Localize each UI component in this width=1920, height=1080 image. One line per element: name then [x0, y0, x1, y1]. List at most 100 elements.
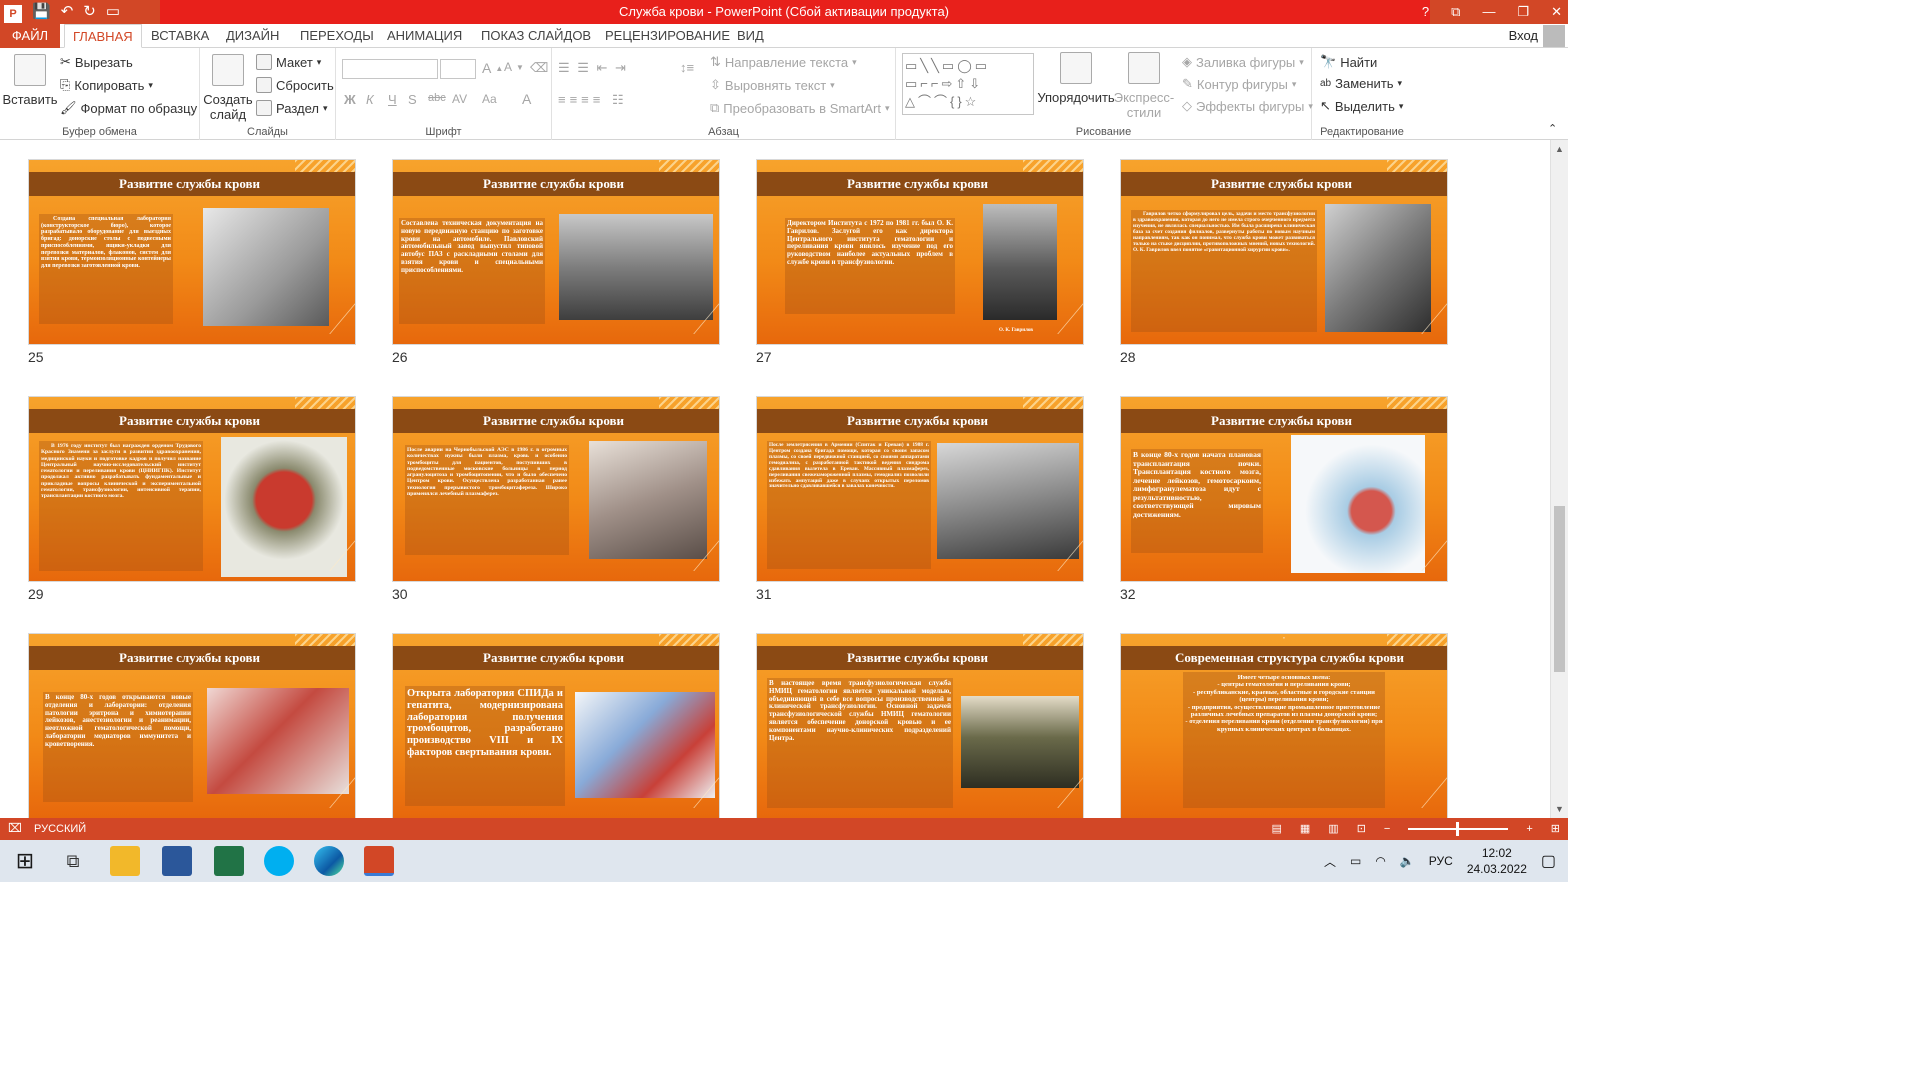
tab-file[interactable]: ФАЙЛ: [0, 24, 60, 48]
clear-formatting-icon[interactable]: ⌫: [530, 60, 548, 76]
slide-text: После землетрясения в Армении (Спитак и …: [767, 441, 931, 569]
shadow-button[interactable]: S: [408, 92, 417, 107]
slide-thumbnail[interactable]: Развитие службы крови Директором Институ…: [756, 159, 1084, 345]
group-drawing: ▭╲╲▭◯▭ ▭⌐⌐⇨⇧⇩ △⌒⌒{}☆ Упорядочить Экспрес…: [896, 48, 1313, 140]
scroll-down-icon[interactable]: ▼: [1555, 804, 1564, 814]
zoom-slider[interactable]: [1408, 822, 1509, 836]
shrink-font-button[interactable]: A ▼: [504, 60, 524, 74]
align-text-button[interactable]: ⇳ Выровнять текст ▾: [710, 77, 835, 93]
font-color-button[interactable]: A: [522, 91, 531, 107]
help-button[interactable]: ?: [1422, 0, 1429, 24]
windows-start-icon[interactable]: ⊞: [10, 846, 40, 876]
arrange-button[interactable]: Упорядочить: [1037, 52, 1115, 105]
shapes-gallery[interactable]: ▭╲╲▭◯▭ ▭⌐⌐⇨⇧⇩ △⌒⌒{}☆: [902, 53, 1034, 115]
slide-thumbnail[interactable]: Развитие службы крови После аварии на Че…: [392, 396, 720, 582]
tab-home[interactable]: ГЛАВНАЯ: [64, 24, 142, 48]
edge-icon[interactable]: [314, 846, 344, 876]
char-spacing-button[interactable]: AV: [452, 92, 467, 106]
alignment-buttons[interactable]: ≡≡≡≡ ☷: [558, 92, 628, 108]
section-button[interactable]: Раздел ▾: [256, 100, 328, 116]
new-slide-icon: [212, 54, 244, 86]
font-size-select[interactable]: [440, 59, 476, 79]
tab-animations[interactable]: АНИМАЦИЯ: [379, 24, 470, 48]
keyboard-language[interactable]: РУС: [1429, 854, 1453, 868]
tab-design[interactable]: ДИЗАЙН: [218, 24, 287, 48]
strikethrough-button[interactable]: abc: [428, 92, 446, 104]
bold-button[interactable]: Ж: [344, 92, 356, 107]
find-button[interactable]: 🔭 Найти: [1320, 54, 1377, 70]
normal-view-icon[interactable]: ▤: [1271, 818, 1281, 840]
fit-to-window-icon[interactable]: ⊞: [1551, 818, 1560, 840]
file-explorer-icon[interactable]: [110, 846, 140, 876]
shape-fill-button[interactable]: ◈ Заливка фигуры ▾: [1182, 54, 1304, 70]
ribbon-display-button[interactable]: ⧉: [1451, 0, 1460, 24]
maximize-button[interactable]: ❐: [1517, 0, 1529, 24]
tab-insert[interactable]: ВСТАВКА: [143, 24, 217, 48]
paste-button[interactable]: Вставить: [2, 54, 58, 107]
slide-thumbnail[interactable]: Развитие службы крови В настоящее время …: [756, 633, 1084, 818]
slide-thumbnail[interactable]: Развитие службы крови Создана специальна…: [28, 159, 356, 345]
text-direction-button[interactable]: ⇅ Направление текста ▾: [710, 54, 857, 70]
slide-thumbnail[interactable]: Развитие службы крови В конце 80-х годов…: [28, 633, 356, 818]
copy-button[interactable]: ⎘ Копировать ▾: [60, 77, 153, 93]
grow-font-button[interactable]: A ▲: [482, 60, 503, 76]
font-name-select[interactable]: [342, 59, 438, 79]
tab-review[interactable]: РЕЦЕНЗИРОВАНИЕ: [597, 24, 738, 48]
reading-view-icon[interactable]: ▥: [1328, 818, 1338, 840]
slide-thumbnail[interactable]: ' Современная структура службы крови Име…: [1120, 633, 1448, 818]
group-paragraph: ☰ ☰ ⇤ ⇥ ↕≡ ≡≡≡≡ ☷ ⇅ Направление текста ▾ ⇳…: [552, 48, 896, 140]
line-spacing-button[interactable]: ↕≡: [680, 60, 694, 75]
tab-slideshow[interactable]: ПОКАЗ СЛАЙДОВ: [473, 24, 599, 48]
slide-thumbnail[interactable]: Развитие службы крови Открыта лаборатори…: [392, 633, 720, 818]
new-slide-button[interactable]: Создать слайд: [203, 54, 253, 122]
tab-view[interactable]: ВИД: [729, 24, 772, 48]
shape-outline-button[interactable]: ✎ Контур фигуры ▾: [1182, 76, 1296, 92]
cut-button[interactable]: ✂ Вырезать: [60, 54, 133, 70]
notifications-icon[interactable]: ▢: [1541, 851, 1556, 871]
slide-title: Развитие службы крови: [29, 646, 355, 670]
tab-transitions[interactable]: ПЕРЕХОДЫ: [292, 24, 382, 48]
zoom-out-icon[interactable]: −: [1384, 818, 1390, 840]
avatar[interactable]: [1543, 25, 1565, 47]
slide-thumbnail[interactable]: Развитие службы крови В конце 80-х годов…: [1120, 396, 1448, 582]
select-button[interactable]: ↖ Выделить ▾: [1320, 98, 1403, 114]
bullets-button[interactable]: ☰ ☰ ⇤ ⇥: [558, 60, 628, 76]
replace-button[interactable]: ab Заменить ▾: [1320, 76, 1402, 91]
quick-styles-button[interactable]: Экспресс-стили: [1114, 52, 1174, 120]
wifi-icon[interactable]: ◠: [1375, 854, 1385, 868]
reset-button[interactable]: Сбросить: [256, 77, 334, 93]
volume-icon[interactable]: 🔈: [1400, 854, 1415, 868]
shape-effects-button[interactable]: ◇ Эффекты фигуры ▾: [1182, 98, 1313, 114]
italic-button[interactable]: К: [366, 92, 374, 107]
collapse-ribbon-icon[interactable]: ⌃: [1548, 122, 1557, 135]
format-painter-button[interactable]: 🖌 Формат по образцу: [60, 100, 197, 116]
excel-icon[interactable]: [214, 846, 244, 876]
scroll-up-icon[interactable]: ▲: [1555, 144, 1564, 154]
chevron-up-icon[interactable]: ︿: [1324, 853, 1336, 870]
minimize-button[interactable]: —: [1482, 0, 1495, 24]
change-case-button[interactable]: Aa: [482, 92, 497, 106]
smartart-button[interactable]: ⧉ Преобразовать в SmartArt ▾: [710, 100, 890, 116]
language-indicator[interactable]: РУССКИЙ: [34, 818, 86, 840]
slide-thumbnail[interactable]: Развитие службы крови После землетрясени…: [756, 396, 1084, 582]
task-view-icon[interactable]: ⧉: [58, 846, 88, 876]
close-button[interactable]: ✕: [1551, 0, 1562, 24]
layout-button[interactable]: Макет ▾: [256, 54, 321, 70]
vertical-scrollbar[interactable]: ▲ ▼: [1550, 140, 1568, 818]
word-icon[interactable]: [162, 846, 192, 876]
zoom-in-icon[interactable]: +: [1526, 818, 1532, 840]
skype-icon[interactable]: [264, 846, 294, 876]
sign-in-link[interactable]: Вход: [1509, 24, 1538, 48]
slideshow-view-icon[interactable]: ⊡: [1357, 818, 1366, 840]
slide-title: Развитие службы крови: [1121, 409, 1447, 433]
slide-thumbnail[interactable]: Развитие службы крови Гаврилов четко сфо…: [1120, 159, 1448, 345]
slide-thumbnail[interactable]: Развитие службы крови Составлена техниче…: [392, 159, 720, 345]
clock[interactable]: 12:02 24.03.2022: [1467, 845, 1527, 877]
battery-icon[interactable]: ▭: [1350, 854, 1361, 868]
slide-thumbnail[interactable]: Развитие службы крови В 1976 году инстит…: [28, 396, 356, 582]
underline-button[interactable]: Ч: [388, 92, 397, 107]
powerpoint-taskbar-icon[interactable]: [364, 846, 394, 876]
slide-sorter-view-icon[interactable]: ▦: [1300, 818, 1310, 840]
scroll-thumb[interactable]: [1554, 506, 1565, 672]
spellcheck-icon[interactable]: ⌧: [8, 821, 22, 835]
